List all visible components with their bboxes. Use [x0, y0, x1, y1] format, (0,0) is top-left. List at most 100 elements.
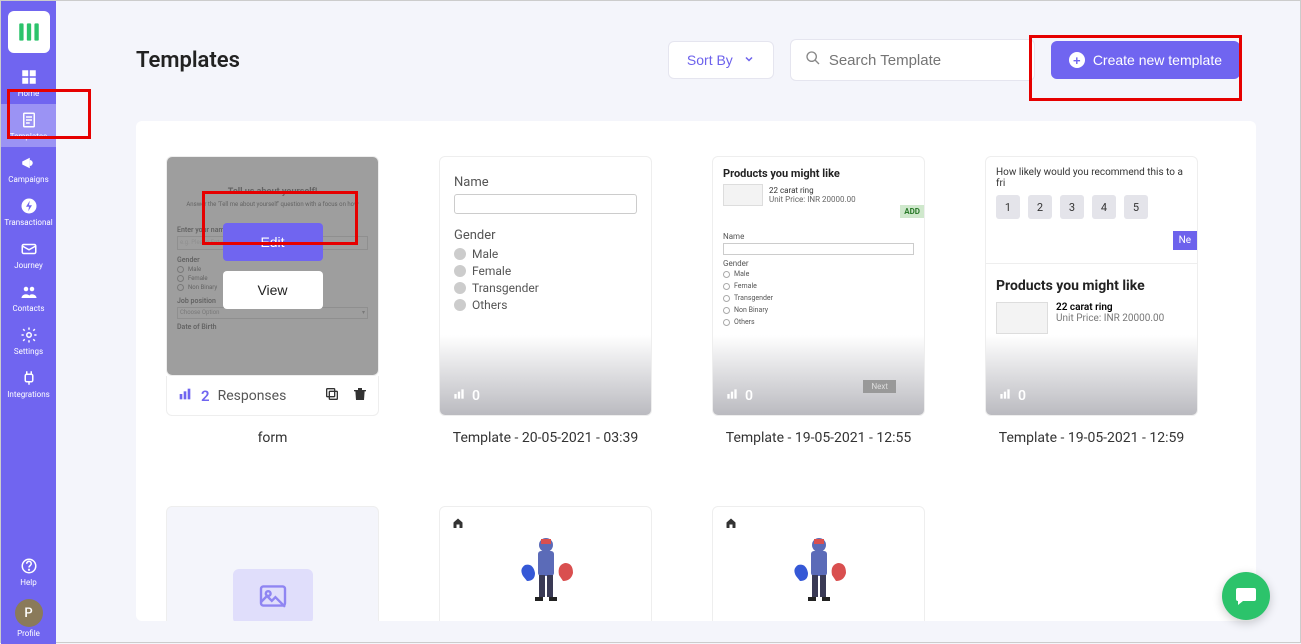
main-content: Templates Sort By + Create new template [56, 1, 1300, 642]
bolt-icon [19, 196, 39, 216]
template-card[interactable]: Tell us about yourself! Answer the 'Tell… [166, 156, 379, 446]
nav-label: Journey [14, 261, 43, 270]
template-card[interactable]: Products you may Like Bluetooth Speakers… [712, 506, 925, 621]
sort-label: Sort By [687, 52, 733, 68]
preview-name-label: Name [454, 175, 637, 190]
nav-label: Help [20, 578, 36, 587]
sidebar: Home Templates Campaigns Transactional J… [1, 1, 56, 644]
preview-products-label: Products you may Like [713, 615, 924, 621]
file-icon [19, 110, 39, 130]
home-icon [725, 517, 737, 532]
scale-option: 3 [1060, 195, 1084, 219]
template-card[interactable]: How likely would you recommend this to a… [985, 156, 1198, 446]
preview-prod-price: Unit Price: INR 20000.00 [1056, 313, 1164, 324]
nav-settings[interactable]: Settings [1, 319, 56, 362]
nav-help[interactable]: Help [1, 550, 56, 593]
nav-integrations[interactable]: Integrations [1, 362, 56, 405]
preview-next: Ne [1173, 231, 1197, 250]
nav-label: Integrations [7, 390, 50, 399]
chat-widget-button[interactable] [1222, 572, 1270, 620]
edit-button[interactable]: Edit [223, 223, 323, 261]
preview-gender-label: Gender [713, 255, 924, 268]
bar-chart-icon [177, 386, 193, 406]
copy-icon[interactable] [324, 386, 340, 406]
view-button[interactable]: View [223, 271, 323, 309]
nav-label: Profile [17, 629, 40, 638]
template-card[interactable]: Products you might like 22 carat ring Un… [712, 156, 925, 446]
card-title: Template - 20-05-2021 - 03:39 [439, 430, 652, 446]
preview-prod-name: 22 carat ring [1056, 302, 1164, 313]
preview-radio-label: Others [472, 298, 507, 312]
bar-chart-icon [452, 387, 466, 405]
create-template-button[interactable]: + Create new template [1051, 41, 1240, 79]
preview-products-label: Products you may Like [440, 615, 651, 621]
trash-icon[interactable] [352, 386, 368, 406]
nav-label: Contacts [12, 304, 44, 313]
preview-prod-name: 22 carat ring [769, 186, 856, 195]
search-box[interactable] [790, 39, 1035, 81]
nav-campaigns[interactable]: Campaigns [1, 147, 56, 190]
image-placeholder-icon [233, 569, 313, 622]
plus-icon: + [1069, 52, 1085, 68]
templates-panel: Tell us about yourself! Answer the 'Tell… [136, 121, 1256, 621]
avatar: P [15, 599, 43, 627]
preview-radio-label: Female [472, 264, 511, 278]
nav-templates[interactable]: Templates [1, 104, 56, 147]
nav-profile[interactable]: P Profile [1, 593, 56, 644]
shopper-illustration [440, 525, 651, 615]
preview-radio-label: Female [734, 282, 757, 290]
preview-add-badge: ADD [900, 205, 924, 218]
preview-radio-label: Transgender [472, 281, 539, 295]
sort-button[interactable]: Sort By [668, 41, 774, 79]
plug-icon [19, 368, 39, 388]
header: Templates Sort By + Create new template [136, 39, 1240, 81]
search-icon [805, 50, 821, 70]
card-count: 0 [745, 388, 753, 404]
scale-option: 5 [1124, 195, 1148, 219]
card-count: 0 [1018, 388, 1026, 404]
preview-prod-price: Unit Price: INR 20000.00 [769, 195, 856, 204]
nav-home[interactable]: Home [1, 61, 56, 104]
bar-chart-icon [998, 387, 1012, 405]
nav-journey[interactable]: Journey [1, 233, 56, 276]
scale-option: 1 [996, 195, 1020, 219]
users-icon [19, 282, 39, 302]
nav-transactional[interactable]: Transactional [1, 190, 56, 233]
product-image-placeholder [723, 184, 763, 206]
template-card[interactable] [166, 506, 379, 621]
preview-heading: Products you might like [713, 157, 924, 184]
logo[interactable] [8, 11, 50, 53]
gear-icon [19, 325, 39, 345]
card-title: Template - 19-05-2021 - 12:59 [985, 430, 1198, 446]
template-card[interactable]: Products you may Like Bluetooth Speakers… [439, 506, 652, 621]
preview-radio-label: Others [734, 318, 755, 326]
mail-icon [19, 239, 39, 259]
responses-label: Responses [218, 388, 287, 404]
preview-question: How likely would you recommend this to a… [986, 157, 1197, 195]
search-input[interactable] [829, 52, 1020, 69]
responses-count: 2 [201, 387, 210, 405]
scale-option: 4 [1092, 195, 1116, 219]
nav-label: Home [18, 89, 40, 98]
preview-radio-label: Male [472, 247, 498, 261]
card-title: form [166, 430, 379, 446]
preview-next: Next [863, 380, 896, 393]
megaphone-icon [19, 153, 39, 173]
create-label: Create new template [1093, 52, 1222, 68]
preview-name-label: Name [713, 228, 924, 241]
scale-option: 2 [1028, 195, 1052, 219]
template-card[interactable]: Name Gender Male Female Transgender Othe… [439, 156, 652, 446]
nav-label: Settings [14, 347, 43, 356]
preview-heading2: Products you might like [986, 264, 1197, 302]
home-icon [452, 517, 464, 532]
help-icon [19, 556, 39, 576]
preview-radio-label: Male [734, 270, 749, 278]
card-count: 0 [472, 388, 480, 404]
shopper-illustration [713, 525, 924, 615]
card-title: Template - 19-05-2021 - 12:55 [712, 430, 925, 446]
nav-label: Templates [10, 132, 47, 141]
bar-chart-icon [725, 387, 739, 405]
preview-radio-label: Non Binary [734, 306, 768, 314]
nav-contacts[interactable]: Contacts [1, 276, 56, 319]
avatar-initial: P [24, 606, 32, 621]
